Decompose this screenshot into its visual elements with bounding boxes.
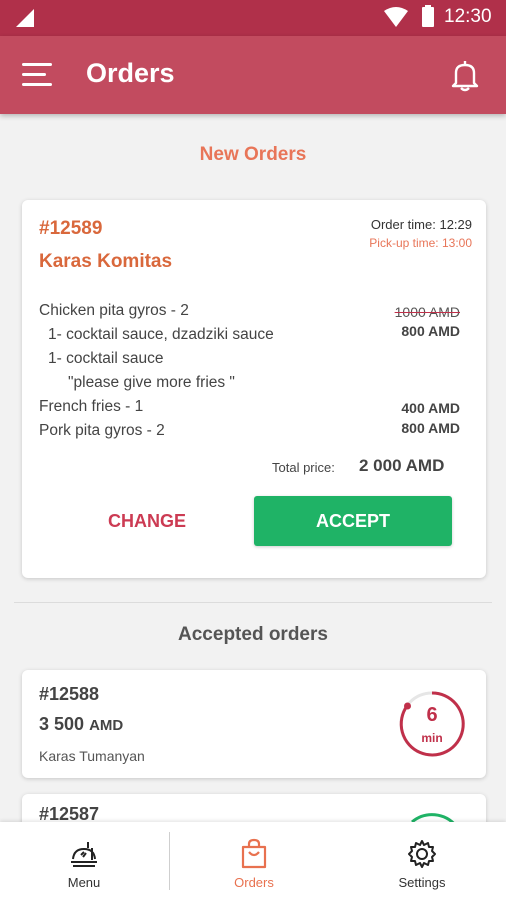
accepted-orders-heading: Accepted orders — [178, 624, 328, 645]
customer-name: Karas Komitas — [39, 251, 173, 272]
app-bar: Orders — [0, 36, 506, 114]
pickup-time: Pick-up time: 13:00 — [369, 236, 472, 250]
order-line: Pork pita gyros - 2 — [39, 422, 165, 439]
order-time: Order time: 12:29 — [370, 217, 472, 232]
customer-name: Karas Tumanyan — [39, 748, 145, 764]
menu-food-icon — [71, 842, 97, 867]
timer-value: 6 — [426, 704, 438, 726]
line-price: 800 AMD — [401, 323, 460, 339]
new-order-card: #12589 Karas Komitas Order time: 12:29 P… — [22, 200, 486, 578]
order-line-note: "please give more fries " — [68, 374, 235, 391]
accept-button[interactable]: ACCEPT — [254, 496, 452, 546]
old-price: 1000 AMD — [394, 304, 460, 320]
nav-label: Orders — [234, 875, 274, 890]
gear-icon — [408, 840, 436, 868]
clock: 12:30 — [444, 6, 492, 27]
order-line-modifier: 1- cocktail sauce, dzadziki sauce — [48, 326, 274, 343]
battery-icon — [422, 5, 434, 27]
wifi-icon — [384, 7, 408, 27]
order-line-modifier: 1- cocktail sauce — [48, 350, 164, 367]
nav-orders[interactable]: Orders — [170, 822, 338, 900]
order-price: 3 500 AMD — [39, 714, 124, 734]
order-id: #12588 — [39, 684, 100, 704]
accepted-order-card[interactable]: #12588 3 500 AMD Karas Tumanyan 6 min — [22, 670, 486, 778]
status-bar: 12:30 — [0, 0, 506, 36]
total-label: Total price: — [272, 460, 335, 475]
nav-label: Settings — [398, 875, 446, 890]
order-line: French fries - 1 — [39, 398, 144, 415]
order-line: Chicken pita gyros - 2 — [39, 302, 189, 319]
shopping-bag-icon — [241, 838, 267, 869]
nav-menu[interactable]: Menu — [0, 822, 168, 900]
order-id: #12589 — [39, 218, 103, 239]
new-orders-heading: New Orders — [199, 144, 307, 165]
line-price: 400 AMD — [401, 400, 460, 416]
nav-settings[interactable]: Settings — [338, 822, 506, 900]
divider — [14, 602, 492, 603]
countdown-timer: 6 min — [398, 690, 466, 758]
timer-unit: min — [421, 731, 443, 745]
total-value: 2 000 AMD — [359, 456, 445, 475]
hamburger-menu-icon[interactable] — [22, 63, 54, 87]
nav-label: Menu — [67, 875, 101, 890]
line-price: 800 AMD — [401, 420, 460, 436]
bell-icon[interactable] — [450, 58, 480, 92]
page-title: Orders — [86, 58, 175, 88]
signal-icon — [16, 9, 34, 27]
change-button[interactable]: CHANGE — [82, 496, 212, 546]
bottom-navigation: Menu Orders Settings — [0, 822, 506, 900]
